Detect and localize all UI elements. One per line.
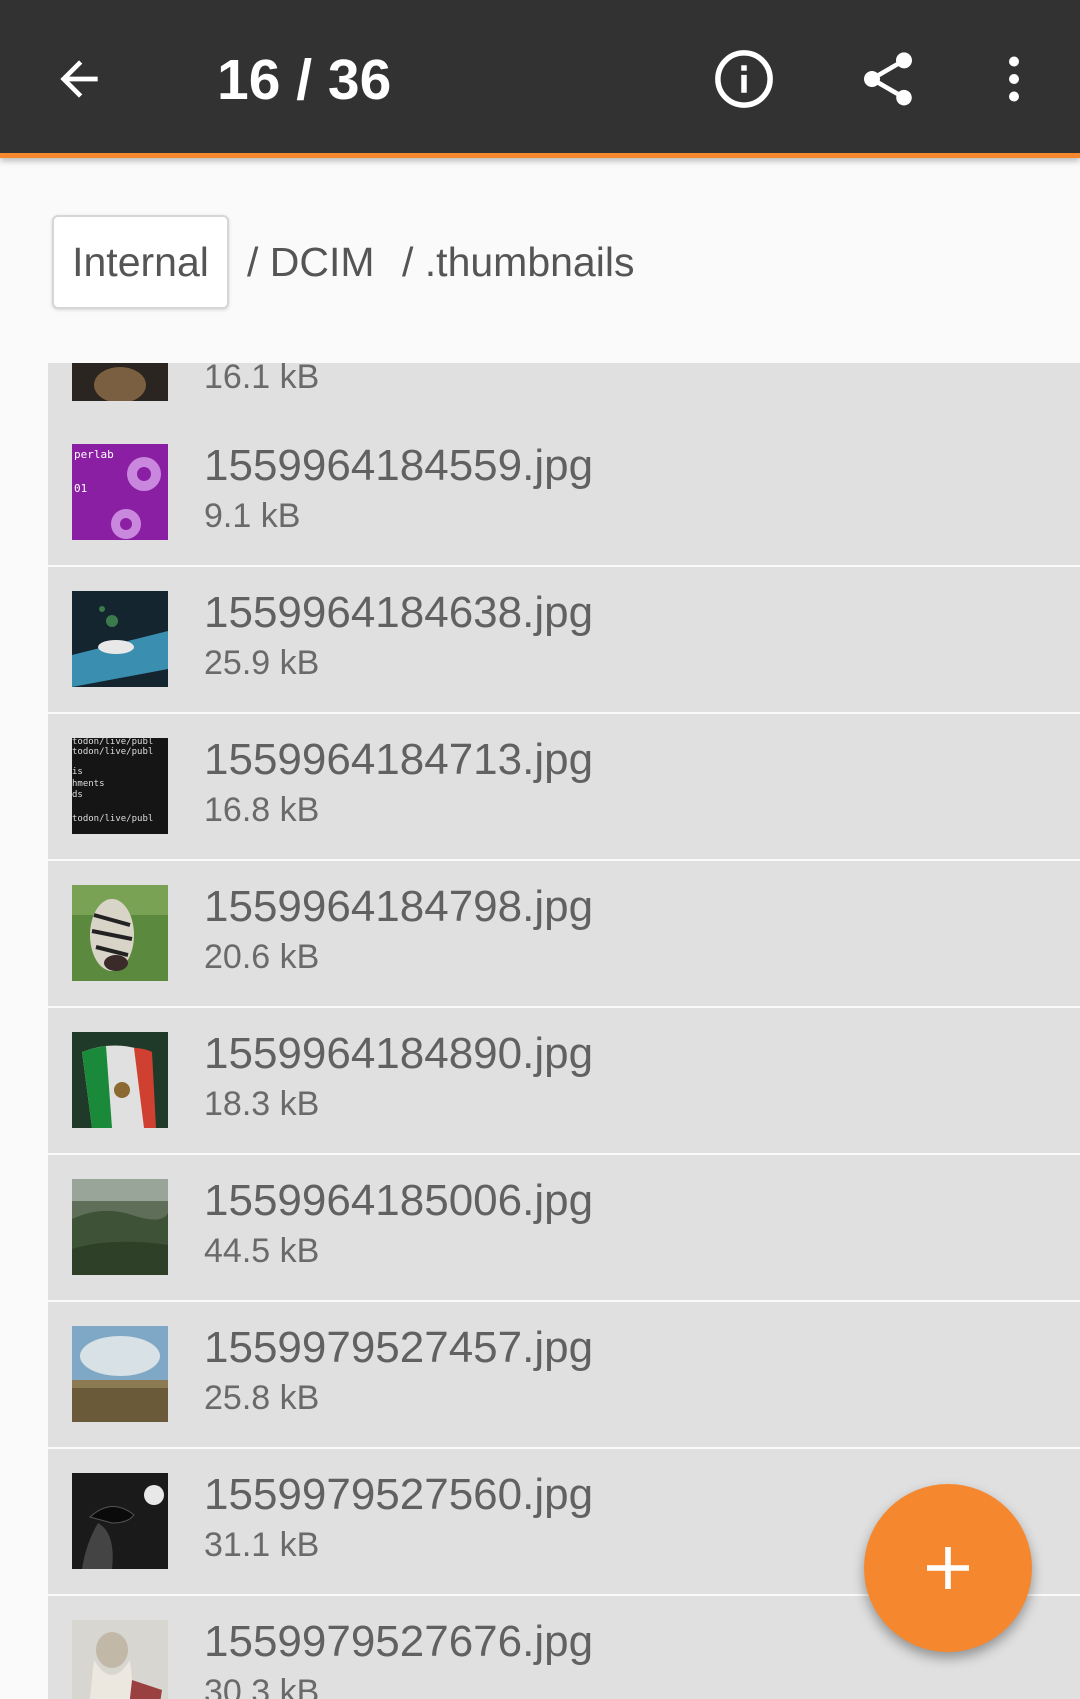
file-size: 25.9 kB [204,644,320,682]
breadcrumb: Internal / DCIM / .thumbnails [0,158,1080,363]
file-thumbnail [72,1179,168,1275]
list-item[interactable]: 1559964184798.jpg 20.6 kB [48,861,1080,1006]
file-thumbnail [72,885,168,981]
file-thumbnail [72,1473,168,1569]
thumb-text: ds [72,790,83,800]
info-button[interactable] [702,36,786,122]
list-item[interactable]: 1559979527457.jpg 25.8 kB [48,1302,1080,1447]
thumb-text: todon/live/publ [72,747,153,757]
back-arrow-icon [60,60,98,98]
more-options-button[interactable] [984,36,1044,122]
list-item[interactable]: 1559964184890.jpg 18.3 kB [48,1008,1080,1153]
file-size: 18.3 kB [204,1085,320,1123]
file-name: 1559964184638.jpg [204,588,594,637]
file-size: 31.1 kB [204,1526,320,1564]
add-fab-button[interactable] [864,1484,1032,1652]
file-thumbnail [72,1032,168,1128]
info-icon [715,50,773,108]
file-thumbnail [72,1620,168,1699]
list-item[interactable]: todon/live/publ todon/live/publ is hment… [48,714,1080,859]
file-thumbnail [72,591,168,687]
file-size: 9.1 kB [204,497,301,535]
thumb-text: is [72,767,83,777]
page-title: 16 / 36 [217,48,392,112]
file-size: 16.1 kB [204,363,320,396]
share-icon [864,52,912,106]
list-item[interactable]: 1559964184638.jpg 25.9 kB [48,567,1080,712]
file-thumbnail [72,1326,168,1422]
file-name: 1559979527676.jpg [204,1617,594,1666]
list-item[interactable]: 1559964185006.jpg 44.5 kB [48,1155,1080,1300]
file-size: 25.8 kB [204,1379,320,1417]
thumb-text: perlab [74,448,114,461]
file-thumbnail: perlab 01 [72,444,168,540]
back-button[interactable] [40,37,118,121]
plus-icon [927,1547,969,1589]
file-thumbnail [72,363,168,401]
list-item[interactable]: perlab 01 1559964184559.jpg 9.1 kB [48,420,1080,565]
breadcrumb-dcim[interactable]: / DCIM [247,215,375,309]
file-name: 1559964184713.jpg [204,735,594,784]
file-name: 1559964184890.jpg [204,1029,594,1078]
top-app-bar: 16 / 36 [0,0,1080,158]
file-name: 1559979527560.jpg [204,1470,594,1519]
file-name: 1559979527457.jpg [204,1323,594,1372]
file-size: 44.5 kB [204,1232,320,1270]
file-size: 20.6 kB [204,938,320,976]
thumb-text: todon/live/publ [72,814,153,824]
breadcrumb-thumbnails[interactable]: / .thumbnails [402,215,634,309]
file-size: 30.3 kB [204,1673,320,1699]
file-size: 16.8 kB [204,791,320,829]
thumb-text: 01 [74,482,87,495]
thumb-text: todon/live/publ [72,738,153,747]
file-name: 1559964184559.jpg [204,441,594,490]
share-button[interactable] [846,36,930,122]
list-item[interactable]: 16.1 kB [48,363,1080,426]
file-name: 1559964185006.jpg [204,1176,594,1225]
thumb-text: hments [72,779,105,789]
breadcrumb-internal[interactable]: Internal [52,215,229,309]
more-vert-icon [1009,56,1019,102]
file-name: 1559964184798.jpg [204,882,594,931]
file-thumbnail: todon/live/publ todon/live/publ is hment… [72,738,168,834]
